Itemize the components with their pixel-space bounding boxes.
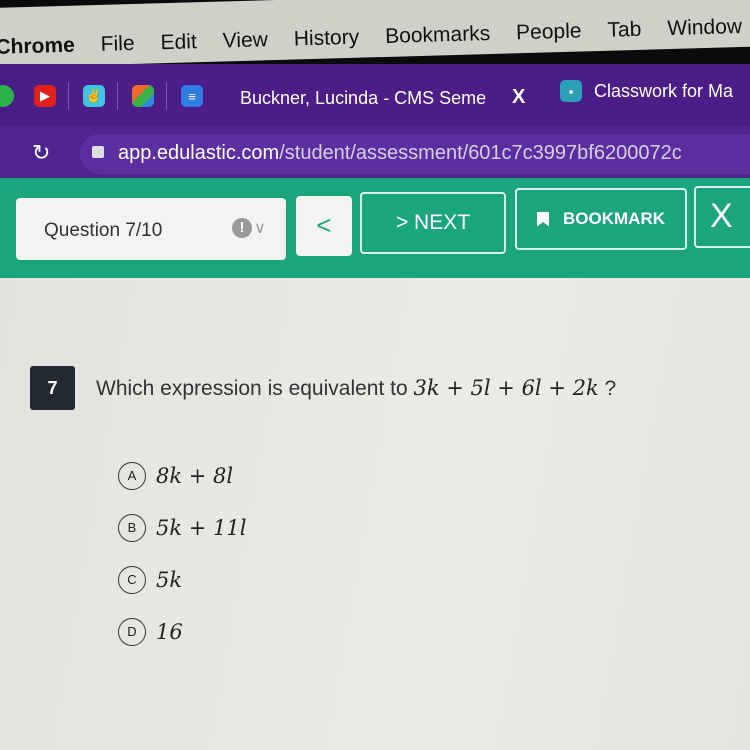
cube-icon[interactable] (132, 85, 154, 107)
question-select[interactable]: Question 7/10 ! ∨ (16, 198, 286, 260)
menu-chrome[interactable]: Chrome (0, 34, 75, 60)
question-area: 7 Which expression is equivalent to 3k +… (0, 278, 750, 750)
previous-button[interactable]: < (296, 196, 352, 256)
menu-view[interactable]: View (222, 28, 268, 53)
question-prompt-text: Which expression is equivalent to (96, 377, 408, 400)
menubar-items: Chrome File Edit View History Bookmarks … (0, 0, 750, 68)
tab-classwork[interactable]: ▪ Classwork for Ma (560, 80, 733, 102)
active-tab-title[interactable]: Buckner, Lucinda - CMS Seme (240, 88, 486, 109)
option-text: 8k + 8l (156, 464, 234, 488)
tab-classwork-title: Classwork for Ma (594, 80, 734, 101)
menu-file[interactable]: File (100, 32, 135, 57)
youtube-icon[interactable]: ▶ (34, 85, 56, 107)
question-number-badge: 7 (30, 366, 75, 410)
option-bubble[interactable]: A (118, 462, 146, 490)
url-domain: app.edulastic.com (118, 142, 280, 164)
google-docs-icon: ≡ (181, 85, 203, 107)
close-button[interactable]: X (694, 186, 750, 248)
browser-tab-bar: ▶ ✌ ≡ Buckner, Lucinda - CMS Seme X ▪ Cl… (0, 64, 750, 126)
reload-icon[interactable]: ↻ (32, 140, 50, 166)
chevron-down-icon: ∨ (254, 220, 266, 237)
assessment-toolbar: Question 7/10 ! ∨ < > NEXT BOOKMARK X (0, 178, 750, 278)
answer-option-a[interactable]: A 8k + 8l (118, 450, 246, 502)
lock-icon[interactable] (92, 146, 104, 158)
option-bubble[interactable]: C (118, 566, 146, 594)
answer-option-b[interactable]: B 5k + 11l (118, 502, 246, 554)
question-prompt: Which expression is equivalent to 3k + 5… (96, 376, 616, 401)
menu-bookmarks[interactable]: Bookmarks (385, 22, 491, 49)
peace-hand-icon[interactable]: ✌ (83, 85, 105, 107)
option-text: 16 (156, 620, 183, 644)
tab-separator (68, 82, 69, 110)
address-bar: ↻ app.edulastic.com/student/assessment/6… (0, 126, 750, 178)
menu-people[interactable]: People (516, 19, 582, 45)
bookmark-label: BOOKMARK (563, 209, 665, 228)
question-select-label: Question 7/10 (44, 220, 163, 241)
google-classroom-icon: ▪ (560, 80, 582, 102)
url-text[interactable]: app.edulastic.com/student/assessment/601… (118, 142, 682, 165)
mac-menubar: Chrome File Edit View History Bookmarks … (0, 0, 750, 68)
bookmark-button[interactable]: BOOKMARK (515, 188, 687, 250)
question-expression: 3k + 5l + 6l + 2k (413, 376, 599, 400)
option-bubble[interactable]: D (118, 618, 146, 646)
tab-close-button[interactable]: X (512, 86, 525, 109)
answer-option-c[interactable]: C 5k (118, 554, 246, 606)
next-button[interactable]: > NEXT (360, 192, 506, 254)
menu-edit[interactable]: Edit (160, 30, 197, 55)
menu-window[interactable]: Window (667, 15, 742, 41)
option-text: 5k + 11l (156, 516, 247, 540)
answer-option-d[interactable]: D 16 (118, 606, 246, 658)
option-bubble[interactable]: B (118, 514, 146, 542)
bookmark-icon (537, 211, 549, 227)
menu-history[interactable]: History (294, 26, 360, 52)
menu-tab[interactable]: Tab (607, 18, 642, 43)
option-text: 5k (156, 568, 183, 592)
question-suffix: ? (604, 377, 617, 400)
pinned-tab-green-icon[interactable] (0, 85, 14, 107)
tab-separator (166, 82, 167, 110)
url-path: /student/assessment/601c7c3997bf6200072c (279, 142, 682, 164)
tab-separator (117, 82, 118, 110)
pinned-tabs: ▶ ✌ ≡ (0, 82, 203, 110)
flag-icon: ! (232, 218, 252, 238)
answer-options: A 8k + 8l B 5k + 11l C 5k D 16 (118, 450, 246, 658)
